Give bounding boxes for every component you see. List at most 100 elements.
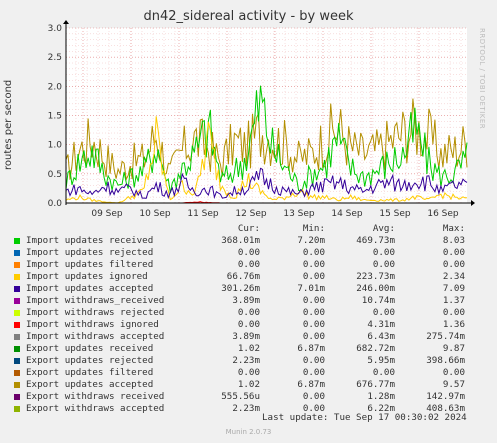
legend-max-value: 7.09 (442, 283, 465, 294)
legend-swatch (14, 238, 20, 244)
legend-min-value: 0.00 (302, 247, 325, 258)
legend-avg-value: 6.43m (367, 331, 395, 342)
legend-avg-value: 4.31m (367, 319, 395, 330)
legend-cur-value: 0.00 (237, 247, 260, 258)
legend-cur-value: 0.00 (237, 307, 260, 318)
x-tick-label: 14 Sep (331, 209, 363, 219)
legend-min-value: 0.00 (302, 259, 325, 270)
y-tick-label: 0.5 (48, 170, 62, 180)
legend-label: Import updates ignored (26, 271, 148, 282)
legend-min-value: 6.87m (297, 379, 325, 390)
x-tick-label: 12 Sep (235, 209, 267, 219)
legend-max-value: 398.66m (426, 355, 465, 366)
legend-max-value: 275.74m (426, 331, 465, 342)
legend-min-value: 0.00 (302, 271, 325, 282)
legend-max-value: 1.36 (442, 319, 465, 330)
legend-swatch (14, 334, 20, 340)
legend-cur-value: 301.26m (221, 283, 260, 294)
y-tick-label: 2.0 (48, 82, 63, 92)
header-max: Max: (442, 223, 465, 234)
legend-avg-value: 0.00 (372, 259, 395, 270)
last-update: Last update: Tue Sep 17 00:30:02 2024 (262, 412, 467, 423)
x-tick-label: 10 Sep (139, 209, 171, 219)
legend-max-value: 0.00 (442, 259, 465, 270)
legend-cur-value: 0.00 (237, 259, 260, 270)
legend-label: Export withdraws received (26, 391, 165, 402)
legend-cur-value: 2.23m (232, 403, 260, 414)
legend-avg-value: 0.00 (372, 307, 395, 318)
legend-label: Import updates received (26, 235, 154, 246)
legend-cur-value: 1.02 (237, 379, 260, 390)
header-min: Min: (302, 223, 325, 234)
legend-swatch (14, 370, 20, 376)
legend-avg-value: 0.00 (372, 247, 395, 258)
legend-max-value: 8.03 (442, 235, 465, 246)
legend-cur-value: 0.00 (237, 367, 260, 378)
legend-avg-value: 682.72m (356, 343, 395, 354)
legend-label: Export updates filtered (26, 367, 154, 378)
y-tick-label: 0.0 (48, 199, 63, 209)
legend-max-value: 9.57 (442, 379, 465, 390)
legend-label: Import withdraws_received (26, 295, 165, 306)
legend-avg-value: 1.28m (367, 391, 395, 402)
legend-min-value: 7.20m (297, 235, 325, 246)
y-tick-label: 1.0 (48, 141, 63, 151)
legend-max-value: 2.34 (442, 271, 465, 282)
legend-swatch (14, 346, 20, 352)
legend-avg-value: 10.74m (361, 295, 395, 306)
legend-min-value: 0.00 (302, 307, 325, 318)
y-axis-arrow (63, 20, 69, 24)
legend-min-value: 0.00 (302, 331, 325, 342)
legend-swatch (14, 322, 20, 328)
legend-swatch (14, 394, 20, 400)
legend-cur-value: 0.00 (237, 319, 260, 330)
legend-min-value: 7.01m (297, 283, 325, 294)
munin-version: Munin 2.0.73 (225, 428, 272, 436)
y-tick-label: 3.0 (48, 24, 63, 34)
legend-max-value: 142.97m (426, 391, 465, 402)
legend-max-value: 1.37 (442, 295, 465, 306)
legend-label: Export updates rejected (26, 355, 154, 366)
legend-max-value: 9.87 (442, 343, 465, 354)
legend-cur-value: 2.23m (232, 355, 260, 366)
legend-min-value: 0.00 (302, 367, 325, 378)
legend-min-value: 0.00 (302, 319, 325, 330)
header-cur: Cur: (237, 223, 260, 234)
legend-min-value: 6.87m (297, 343, 325, 354)
legend-label: Import withdraws accepted (26, 331, 165, 342)
legend-avg-value: 246.00m (356, 283, 395, 294)
legend-avg-value: 676.77m (356, 379, 395, 390)
legend-min-value: 0.00 (302, 355, 325, 366)
x-tick-label: 09 Sep (91, 209, 123, 219)
x-tick-label: 16 Sep (427, 209, 459, 219)
legend-avg-value: 0.00 (372, 367, 395, 378)
legend-swatch (14, 262, 20, 268)
legend-cur-value: 3.89m (232, 295, 260, 306)
legend-label: Export updates accepted (26, 379, 154, 390)
chart-plot: 0.0 0.5 1.0 1.5 2.0 2.5 3.0 09 Sep 10 Sep 11 Sep 1… (48, 20, 475, 219)
legend-max-value: 0.00 (442, 307, 465, 318)
legend-label: Import updates rejected (26, 247, 154, 258)
legend-swatch (14, 286, 20, 292)
legend-label: Export updates received (26, 343, 154, 354)
legend-swatch (14, 250, 20, 256)
legend-min-value: 0.00 (302, 391, 325, 402)
legend-avg-value: 223.73m (356, 271, 395, 282)
legend-cur-value: 555.56u (221, 391, 260, 402)
legend-avg-value: 5.95m (367, 355, 395, 366)
legend-min-value: 0.00 (302, 295, 325, 306)
legend-cur-value: 1.02 (237, 343, 260, 354)
legend-label: Export withdraws accepted (26, 403, 165, 414)
legend-cur-value: 3.89m (232, 331, 260, 342)
legend-swatch (14, 274, 20, 280)
header-avg: Avg: (372, 223, 395, 234)
legend-swatch (14, 298, 20, 304)
legend-label: Import updates filtered (26, 259, 154, 270)
legend-max-value: 0.00 (442, 367, 465, 378)
x-tick-label: 11 Sep (187, 209, 219, 219)
legend-swatch (14, 310, 20, 316)
y-tick-label: 2.5 (48, 53, 62, 63)
legend-avg-value: 469.73m (356, 235, 395, 246)
x-axis-arrow (471, 200, 475, 206)
x-tick-label: 13 Sep (283, 209, 315, 219)
